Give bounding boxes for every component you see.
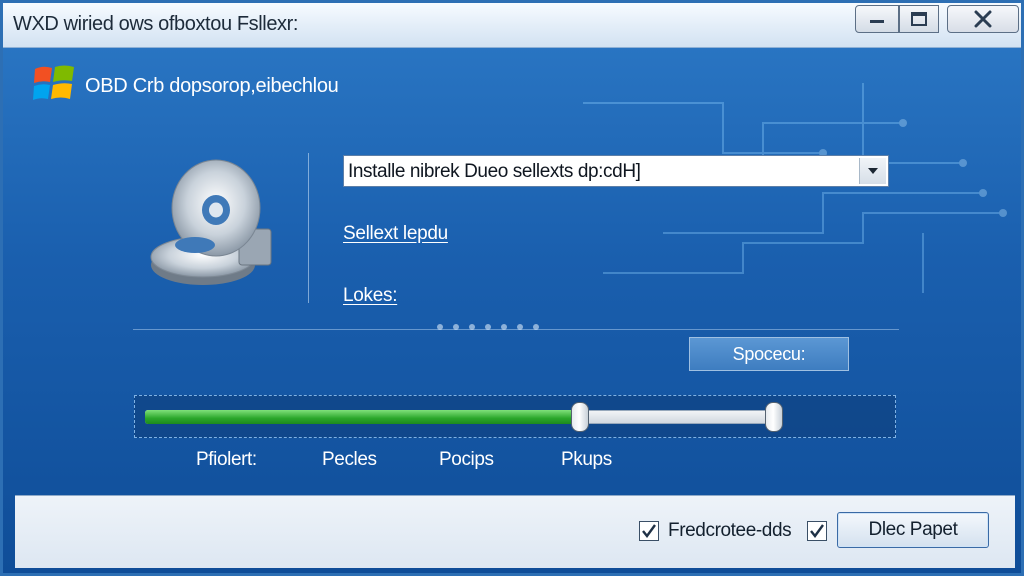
range-slider[interactable] [134,395,896,438]
slider-fill [145,410,580,424]
slider-label-2: Pocips [439,449,494,470]
checkmark-icon [642,524,656,538]
dot [437,324,443,330]
vertical-divider [308,153,309,303]
dot [469,324,475,330]
slider-track[interactable] [145,410,775,424]
checkmark-icon [810,524,824,538]
minimize-icon [870,20,884,23]
circuit-background-decoration [583,83,1007,293]
slider-label-3: Pkups [561,449,612,470]
lokes-link[interactable]: Lokes: [343,285,397,307]
dot [501,324,507,330]
dropdown-value: Installe nibrek Dueo sellexts dp:cdH] [348,161,641,182]
close-icon [974,10,992,28]
disc-drive-icon [150,159,272,285]
spacer-button[interactable]: Spocecu: [689,337,849,371]
header-title: OBD Crb dopsorop,eibechlou [85,75,339,97]
dot [453,324,459,330]
footer-bar: Fredcrotee-dds Dlec Papet [15,495,1015,568]
installer-window: WXD wiried ows ofboxtou Fsllexr: OBD Crb… [0,0,1024,576]
dropdown-toggle-button[interactable] [859,158,886,184]
maximize-icon [911,12,927,26]
close-button[interactable] [947,5,1019,33]
dot [533,324,539,330]
maximize-button[interactable] [899,5,939,33]
progress-dots [437,324,539,330]
select-link[interactable]: Sellext lepdu [343,223,448,245]
checkbox-1-label: Fredcrotee-dds [668,520,792,541]
slider-label-1: Pecles [322,449,377,470]
slider-label-0: Pfiolert: [196,449,257,470]
checkbox-2[interactable] [807,521,827,541]
minimize-button[interactable] [855,5,899,33]
windows-logo [33,65,74,100]
dropdown-arrow-icon [868,168,878,174]
dot [517,324,523,330]
slider-handle-secondary[interactable] [764,402,783,432]
checkbox-1[interactable] [639,521,659,541]
installation-select-dropdown[interactable]: Installe nibrek Dueo sellexts dp:cdH] [343,155,889,187]
ok-button[interactable]: Dlec Papet [837,512,989,548]
window-title: WXD wiried ows ofboxtou Fsllexr: [13,13,299,35]
dot [485,324,491,330]
title-bar[interactable]: WXD wiried ows ofboxtou Fsllexr: [3,3,1021,48]
slider-handle-primary[interactable] [570,402,589,432]
